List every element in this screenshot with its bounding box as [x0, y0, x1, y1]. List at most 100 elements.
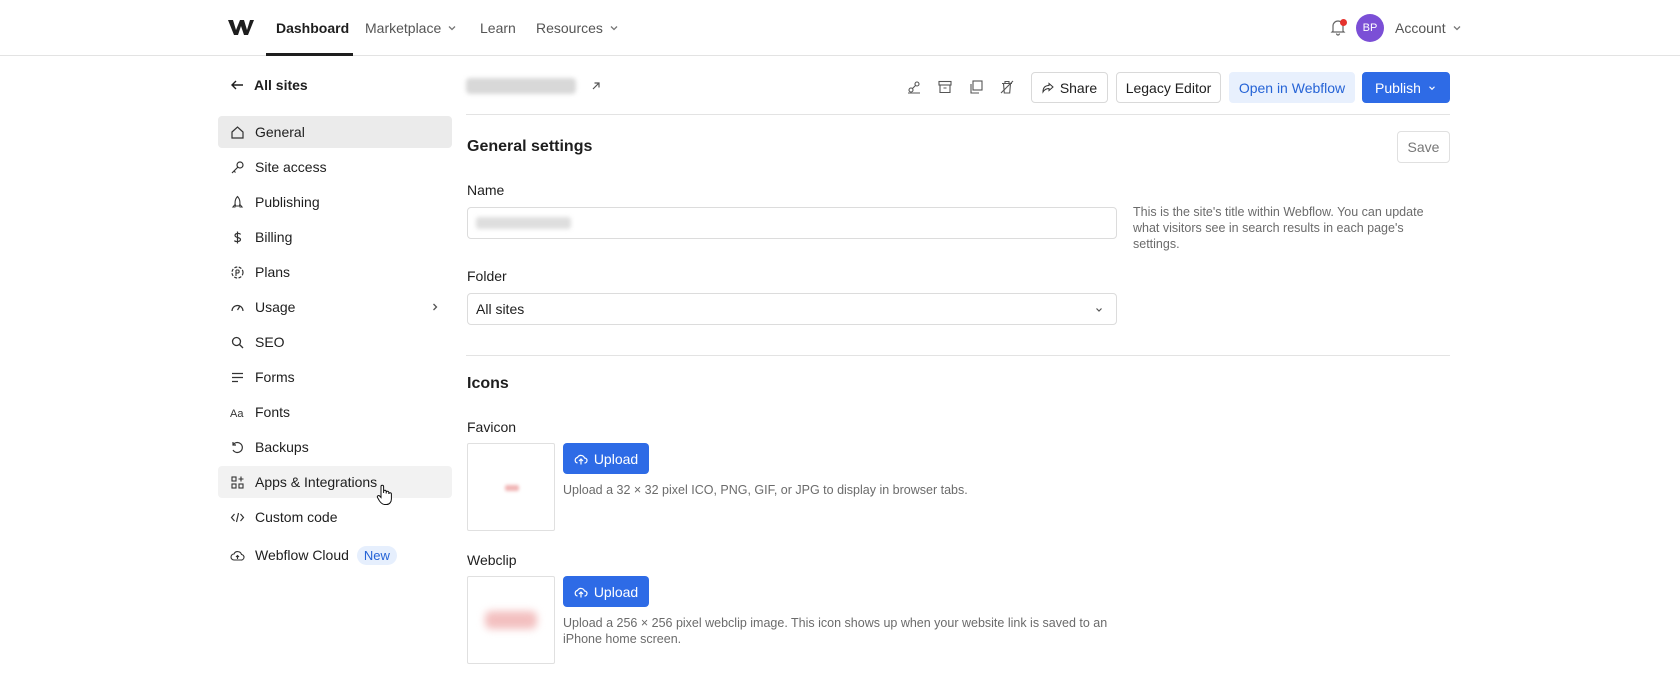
nav-dashboard-label: Dashboard [276, 20, 350, 36]
share-button[interactable]: Share [1031, 72, 1108, 103]
webflow-logo-icon[interactable] [228, 17, 254, 37]
open-in-webflow-button[interactable]: Open in Webflow [1229, 72, 1355, 103]
sidebar-item-custom-code[interactable]: Custom code [218, 501, 452, 533]
nav-dashboard[interactable]: Dashboard [276, 0, 349, 56]
forms-icon [232, 372, 243, 382]
archive-icon[interactable] [937, 79, 953, 95]
delete-icon[interactable] [999, 79, 1015, 95]
sidebar-item-label: Apps & Integrations [255, 474, 378, 490]
favicon-description: Upload a 32 × 32 pixel ICO, PNG, GIF, or… [563, 483, 968, 497]
plans-icon [231, 265, 244, 279]
sidebar-item-general[interactable]: General [218, 116, 452, 148]
sidebar-item-label: Forms [255, 369, 295, 385]
nav-marketplace-label: Marketplace [365, 20, 442, 36]
home-icon [231, 125, 244, 139]
fonts-icon: Aa [230, 408, 244, 420]
save-label: Save [1407, 139, 1440, 155]
share-arrow-icon [1042, 81, 1054, 94]
chevron-right-icon [433, 303, 438, 311]
sidebar-item-usage[interactable]: Usage [218, 291, 452, 323]
sidebar-item-label: Site access [255, 159, 327, 175]
chevron-down-icon [448, 26, 456, 31]
sidebar-item-apps-integrations[interactable]: Apps & Integrations [218, 466, 452, 498]
nav-learn[interactable]: Learn [480, 0, 516, 56]
gauge-icon [231, 304, 244, 311]
dollar-icon [233, 231, 242, 243]
chevron-down-icon [1429, 85, 1435, 90]
header-divider [466, 114, 1450, 115]
legacy-editor-label: Legacy Editor [1125, 79, 1212, 96]
webclip-image [485, 611, 537, 629]
nav-resources-label: Resources [536, 20, 603, 36]
sidebar-item-label: Webflow Cloud [255, 547, 349, 563]
site-name-redacted [466, 78, 576, 94]
sidebar-item-publishing[interactable]: Publishing [218, 186, 452, 218]
top-navigation: Dashboard Marketplace Learn Resources BP… [0, 0, 1680, 56]
sidebar-item-billing[interactable]: Billing [218, 221, 452, 253]
favicon-label: Favicon [467, 419, 517, 435]
publish-button[interactable]: Publish [1362, 72, 1450, 103]
sidebar-item-seo[interactable]: SEO [218, 326, 452, 358]
open-in-webflow-label: Open in Webflow [1238, 79, 1346, 96]
sidebar-item-label: Backups [255, 439, 309, 455]
backup-icon [232, 441, 243, 453]
cloud-icon [230, 550, 245, 561]
webclip-upload-label: Upload [593, 583, 639, 600]
sidebar-item-label: Custom code [255, 509, 338, 525]
sidebar-item-webflow-cloud[interactable]: Webflow Cloud New [218, 539, 452, 571]
avatar-initials: BP [1362, 22, 1378, 34]
back-label: All sites [254, 77, 308, 93]
account-menu[interactable]: Account [1395, 0, 1462, 56]
chevron-down-icon [1453, 26, 1461, 31]
folder-label: Folder [467, 268, 507, 284]
name-value-redacted [476, 217, 571, 229]
sidebar-item-label: General [255, 124, 305, 140]
apps-icon [231, 475, 244, 489]
name-input[interactable] [467, 207, 1117, 239]
section-divider [466, 355, 1450, 356]
sidebar-item-site-access[interactable]: Site access [218, 151, 452, 183]
key-icon [231, 160, 244, 173]
sidebar-item-label: Billing [255, 229, 293, 245]
new-badge: New [356, 545, 397, 565]
favicon-image [505, 485, 519, 491]
code-icon [230, 512, 245, 522]
icons-heading: Icons [467, 375, 509, 392]
sidebar-item-label: Usage [255, 299, 296, 315]
cloud-upload-icon [574, 454, 588, 464]
sidebar-item-plans[interactable]: Plans [218, 256, 452, 288]
name-help-text: This is the site's title within Webflow.… [1133, 205, 1424, 251]
avatar[interactable]: BP [1356, 14, 1384, 42]
cloud-upload-icon [574, 587, 588, 597]
rocket-icon [231, 195, 244, 208]
nav-resources[interactable]: Resources [536, 0, 619, 56]
webclip-description: Upload a 256 × 256 pixel webclip image. … [563, 616, 1108, 646]
publish-label: Publish [1375, 79, 1421, 96]
folder-select[interactable]: All sites [467, 293, 1117, 325]
legacy-editor-button[interactable]: Legacy Editor [1116, 72, 1221, 103]
sidebar-item-label: Fonts [255, 404, 291, 420]
share-label: Share [1059, 79, 1098, 96]
chevron-down-icon [610, 26, 618, 31]
svg-text:Aa: Aa [230, 408, 244, 420]
external-link-icon[interactable] [590, 80, 602, 92]
search-icon [231, 336, 244, 348]
nav-marketplace[interactable]: Marketplace [365, 0, 457, 56]
duplicate-icon[interactable] [968, 79, 984, 95]
favicon-upload-button[interactable]: Upload [563, 443, 649, 474]
sidebar-item-label: Plans [255, 264, 291, 280]
sidebar-item-forms[interactable]: Forms [218, 361, 452, 393]
sidebar-item-fonts[interactable]: Aa Fonts [218, 396, 452, 428]
account-label: Account [1395, 20, 1446, 36]
sidebar-item-backups[interactable]: Backups [218, 431, 452, 463]
webclip-label: Webclip [467, 552, 517, 568]
back-to-all-sites[interactable]: All sites [230, 77, 308, 93]
save-button[interactable]: Save [1397, 131, 1450, 163]
sidebar-item-label: Publishing [255, 194, 320, 210]
webclip-preview [467, 576, 555, 664]
webclip-upload-button[interactable]: Upload [563, 576, 649, 607]
transfer-icon[interactable] [906, 79, 922, 95]
name-label: Name [467, 182, 505, 198]
notification-dot [1340, 19, 1347, 26]
sidebar-item-label: SEO [255, 334, 285, 350]
